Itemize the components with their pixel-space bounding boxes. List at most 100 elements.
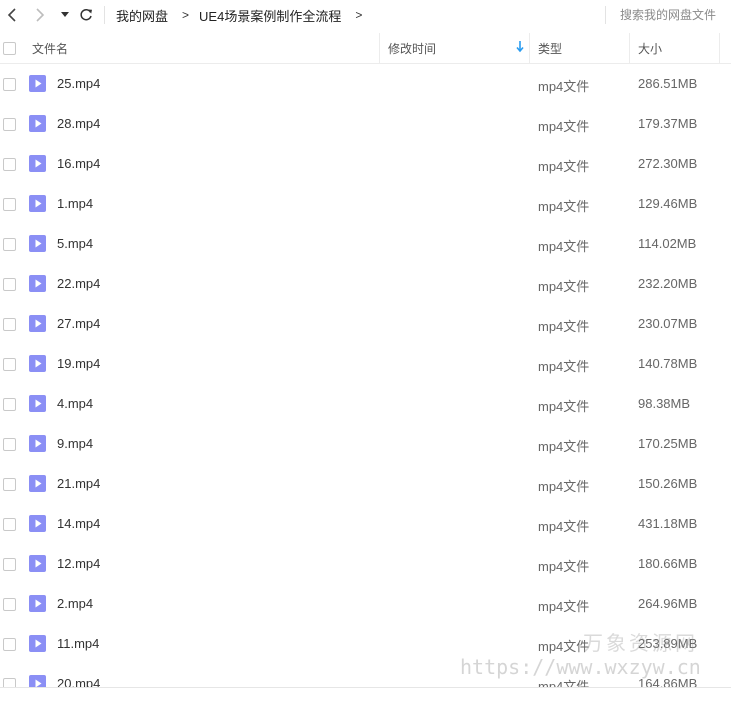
breadcrumb-separator[interactable]: > (355, 8, 362, 22)
row-checkbox[interactable] (3, 678, 16, 687)
video-file-icon (29, 115, 46, 132)
file-size: 431.18MB (638, 516, 698, 531)
row-checkbox[interactable] (3, 238, 16, 251)
file-size: 264.96MB (638, 596, 698, 611)
video-file-icon (29, 515, 46, 532)
file-type: mp4文件 (538, 159, 590, 174)
file-name[interactable]: 19.mp4 (57, 356, 100, 371)
file-name[interactable]: 2.mp4 (57, 596, 93, 611)
file-row[interactable]: 11.mp4 mp4文件 253.89MB (0, 624, 731, 664)
file-row[interactable]: 19.mp4 mp4文件 140.78MB (0, 344, 731, 384)
video-file-icon (29, 435, 46, 452)
breadcrumb-item-root[interactable]: 我的网盘 (116, 6, 168, 25)
row-checkbox[interactable] (3, 278, 16, 291)
chevron-right-icon (36, 8, 45, 22)
file-row[interactable]: 5.mp4 mp4文件 114.02MB (0, 224, 731, 264)
file-name[interactable]: 20.mp4 (57, 676, 100, 687)
file-row[interactable]: 4.mp4 mp4文件 98.38MB (0, 384, 731, 424)
file-name[interactable]: 14.mp4 (57, 516, 100, 531)
video-file-icon (29, 195, 46, 212)
column-header-type[interactable]: 类型 (530, 33, 630, 63)
file-size: 114.02MB (638, 236, 697, 251)
file-row[interactable]: 1.mp4 mp4文件 129.46MB (0, 184, 731, 224)
file-type: mp4文件 (538, 599, 590, 614)
search-divider (605, 6, 606, 24)
column-header-name[interactable]: 文件名 (24, 33, 380, 63)
row-checkbox[interactable] (3, 318, 16, 331)
file-size: 232.20MB (638, 276, 698, 291)
chevron-left-icon (7, 8, 16, 22)
file-name[interactable]: 27.mp4 (57, 316, 100, 331)
refresh-button[interactable] (76, 4, 96, 26)
row-checkbox[interactable] (3, 78, 16, 91)
row-checkbox[interactable] (3, 198, 16, 211)
file-row[interactable]: 21.mp4 mp4文件 150.26MB (0, 464, 731, 504)
file-name[interactable]: 11.mp4 (57, 636, 99, 651)
forward-button[interactable] (30, 4, 50, 26)
row-checkbox[interactable] (3, 598, 16, 611)
file-type: mp4文件 (538, 519, 590, 534)
column-header-type-label: 类型 (538, 41, 563, 56)
select-all-checkbox[interactable] (3, 41, 16, 55)
file-size: 170.25MB (638, 436, 698, 451)
row-checkbox[interactable] (3, 398, 16, 411)
row-checkbox[interactable] (3, 358, 16, 371)
file-name[interactable]: 25.mp4 (57, 76, 100, 91)
file-list: 25.mp4 mp4文件 286.51MB 28.mp4 mp4文件 179.3… (0, 64, 731, 687)
row-checkbox[interactable] (3, 478, 16, 491)
file-row[interactable]: 12.mp4 mp4文件 180.66MB (0, 544, 731, 584)
file-name[interactable]: 5.mp4 (57, 236, 93, 251)
file-row[interactable]: 20.mp4 mp4文件 164.86MB (0, 664, 731, 687)
history-dropdown-button[interactable] (58, 4, 72, 26)
search-input[interactable] (612, 3, 731, 26)
file-row[interactable]: 25.mp4 mp4文件 286.51MB (0, 64, 731, 104)
file-size: 164.86MB (638, 676, 698, 687)
file-name[interactable]: 22.mp4 (57, 276, 100, 291)
column-header-modified[interactable]: 修改时间 (380, 33, 530, 63)
file-row[interactable]: 2.mp4 mp4文件 264.96MB (0, 584, 731, 624)
file-row[interactable]: 14.mp4 mp4文件 431.18MB (0, 504, 731, 544)
file-size: 180.66MB (638, 556, 698, 571)
row-checkbox[interactable] (3, 438, 16, 451)
file-type: mp4文件 (538, 439, 590, 454)
file-list-header: 文件名 修改时间 类型 大小 (0, 33, 731, 64)
video-file-icon (29, 675, 46, 687)
file-name[interactable]: 21.mp4 (57, 476, 100, 491)
file-row[interactable]: 16.mp4 mp4文件 272.30MB (0, 144, 731, 184)
video-file-icon (29, 315, 46, 332)
file-type: mp4文件 (538, 119, 590, 134)
video-file-icon (29, 155, 46, 172)
breadcrumb: 我的网盘 > UE4场景案例制作全流程 > (116, 0, 372, 30)
row-checkbox[interactable] (3, 118, 16, 131)
search-box (612, 3, 731, 26)
breadcrumb-separator: > (182, 8, 190, 22)
file-name[interactable]: 16.mp4 (57, 156, 100, 171)
back-button[interactable] (2, 4, 22, 26)
row-checkbox[interactable] (3, 638, 16, 651)
file-name[interactable]: 4.mp4 (57, 396, 93, 411)
file-row[interactable]: 22.mp4 mp4文件 232.20MB (0, 264, 731, 304)
video-file-icon (29, 635, 46, 652)
file-name[interactable]: 9.mp4 (57, 436, 93, 451)
file-type: mp4文件 (538, 479, 590, 494)
column-header-size[interactable]: 大小 (630, 33, 720, 63)
file-type: mp4文件 (538, 639, 590, 654)
column-divider[interactable] (719, 33, 720, 63)
caret-down-icon (61, 12, 69, 17)
file-row[interactable]: 28.mp4 mp4文件 179.37MB (0, 104, 731, 144)
video-file-icon (29, 235, 46, 252)
file-row[interactable]: 9.mp4 mp4文件 170.25MB (0, 424, 731, 464)
row-checkbox[interactable] (3, 558, 16, 571)
file-name[interactable]: 1.mp4 (57, 196, 93, 211)
file-size: 179.37MB (638, 116, 698, 131)
file-name[interactable]: 28.mp4 (57, 116, 100, 131)
file-type: mp4文件 (538, 399, 590, 414)
file-size: 129.46MB (638, 196, 698, 211)
breadcrumb-item-current-folder[interactable]: UE4场景案例制作全流程 (199, 6, 341, 25)
file-size: 230.07MB (638, 316, 698, 331)
arrow-down-icon (516, 41, 524, 53)
row-checkbox[interactable] (3, 518, 16, 531)
row-checkbox[interactable] (3, 158, 16, 171)
file-row[interactable]: 27.mp4 mp4文件 230.07MB (0, 304, 731, 344)
file-name[interactable]: 12.mp4 (57, 556, 100, 571)
